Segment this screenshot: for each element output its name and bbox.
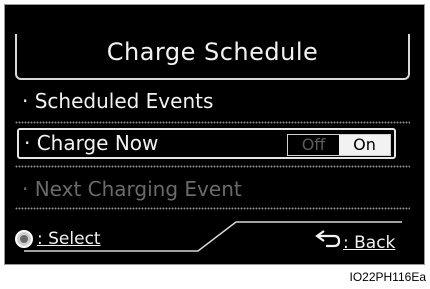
select-hint[interactable]: : Select: [37, 229, 101, 249]
select-knob-icon: [15, 230, 33, 248]
figure-code: IO22PH116Ea: [349, 270, 427, 284]
back-arrow-icon: [315, 230, 341, 248]
back-button[interactable]: : Back: [343, 233, 395, 253]
